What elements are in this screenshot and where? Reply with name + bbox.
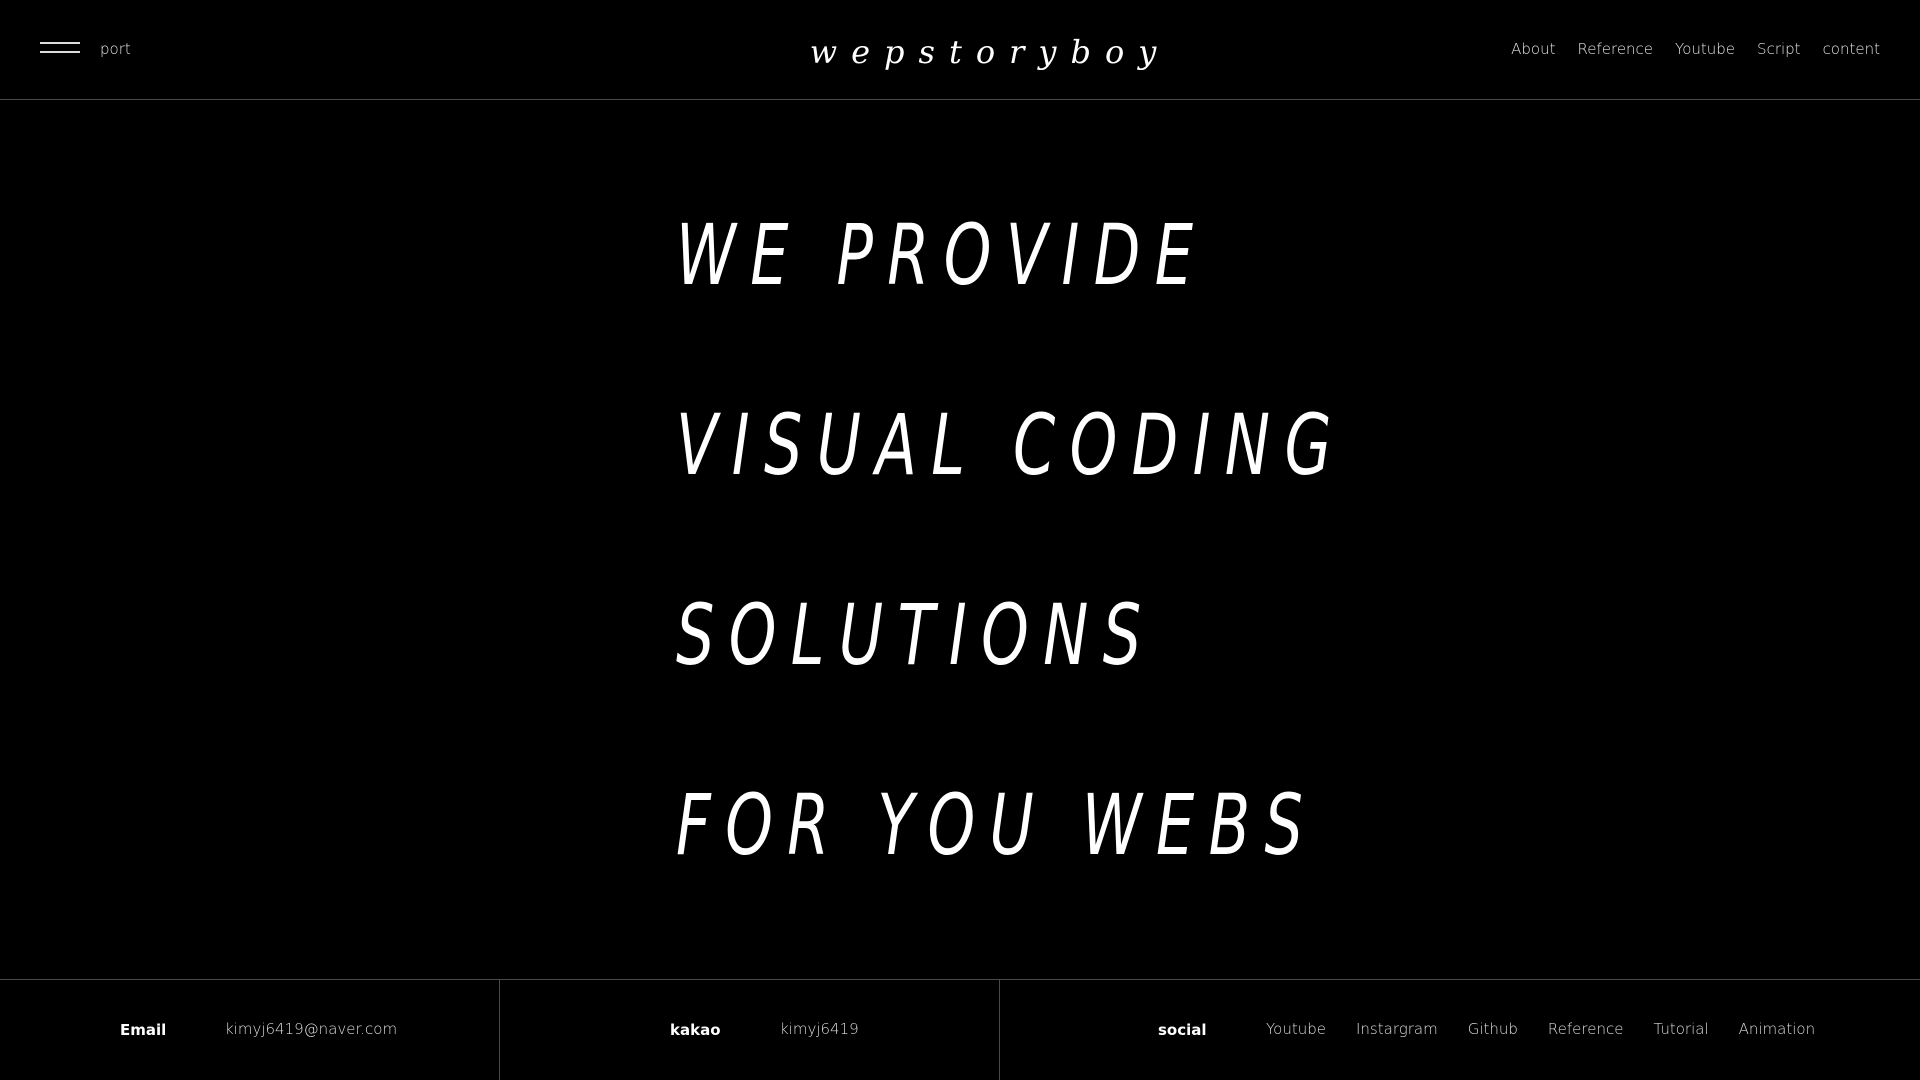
hero-line-3: SOLUTIONS — [676, 586, 1156, 684]
footer-social-column: social Youtube Instargram Github Referen… — [1000, 980, 1920, 1080]
social-link-instagram[interactable]: Instargram — [1356, 1020, 1438, 1038]
menu-line-bottom — [40, 51, 80, 53]
nav-content[interactable]: content — [1823, 40, 1880, 58]
hero-line-4: FOR YOU WEBS — [676, 776, 1318, 874]
hero-line-1: WE PROVIDE — [676, 206, 1208, 304]
hamburger-menu-icon[interactable] — [40, 42, 80, 54]
footer-kakao-column: kakao kimyj6419 — [500, 980, 1000, 1080]
social-links: Youtube Instargram Github Reference Tuto… — [1266, 1020, 1845, 1038]
social-label: social — [1158, 1021, 1207, 1039]
email-value[interactable]: kimyj6419@naver.com — [225, 1020, 397, 1038]
nav-script[interactable]: Script — [1757, 40, 1801, 58]
footer-email-column: Email kimyj6419@naver.com — [0, 980, 500, 1080]
nav-youtube[interactable]: Youtube — [1675, 40, 1735, 58]
site-header: port wepstoryboy About Reference Youtube… — [0, 0, 1920, 100]
kakao-value: kimyj6419 — [780, 1020, 859, 1038]
site-logo[interactable]: wepstoryboy — [810, 33, 1171, 71]
main-nav: About Reference Youtube Script content — [1511, 40, 1880, 58]
social-link-youtube[interactable]: Youtube — [1266, 1020, 1326, 1038]
nav-about[interactable]: About — [1511, 40, 1555, 58]
brand-subtitle[interactable]: port — [100, 40, 131, 58]
social-link-github[interactable]: Github — [1468, 1020, 1518, 1038]
kakao-label: kakao — [670, 1021, 721, 1039]
email-label: Email — [120, 1021, 167, 1039]
menu-line-top — [40, 42, 80, 44]
social-link-tutorial[interactable]: Tutorial — [1653, 1020, 1708, 1038]
site-footer: Email kimyj6419@naver.com kakao kimyj641… — [0, 979, 1920, 1080]
social-link-animation[interactable]: Animation — [1739, 1020, 1815, 1038]
hero-section: WE PROVIDE VISUAL CODING SOLUTIONS FOR Y… — [676, 210, 1606, 970]
hero-line-2: VISUAL CODING — [676, 396, 1346, 494]
social-link-reference[interactable]: Reference — [1548, 1020, 1624, 1038]
nav-reference[interactable]: Reference — [1578, 40, 1654, 58]
